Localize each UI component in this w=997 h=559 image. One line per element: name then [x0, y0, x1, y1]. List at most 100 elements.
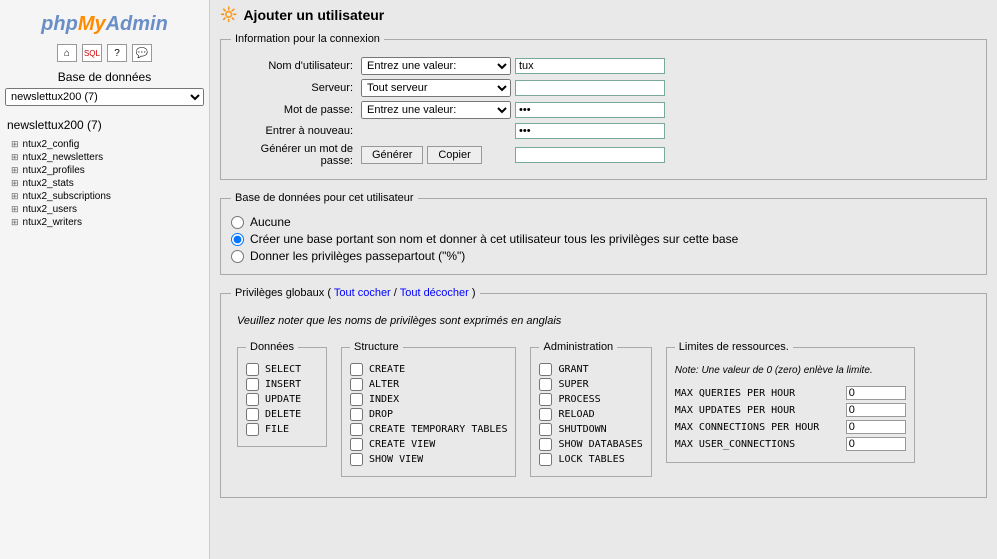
priv-legend-text: Privilèges globaux	[235, 287, 324, 299]
priv-label: SHOW VIEW	[369, 454, 423, 465]
max-updates-input[interactable]	[846, 403, 906, 417]
table-list: ntux2_config ntux2_newsletters ntux2_pro…	[5, 138, 204, 229]
max-connections-input[interactable]	[846, 420, 906, 434]
sidebar: phpMyAdmin ⌂ SQL ? 💬 Base de données new…	[0, 0, 210, 559]
priv-delete-checkbox[interactable]	[246, 408, 259, 421]
max-user-connections-input[interactable]	[846, 437, 906, 451]
logo-admin: Admin	[106, 13, 168, 35]
priv-alter-checkbox[interactable]	[350, 378, 363, 391]
database-select[interactable]: newslettux200 (7)	[5, 88, 204, 106]
password-type-select[interactable]: Entrez une valeur:	[361, 101, 511, 119]
table-item[interactable]: ntux2_subscriptions	[11, 190, 204, 203]
username-type-select[interactable]: Entrez une valeur:	[361, 57, 511, 75]
priv-label: RELOAD	[558, 409, 594, 420]
check-all-link[interactable]: Tout cocher	[334, 287, 391, 299]
query-icon[interactable]: 💬	[132, 44, 152, 62]
priv-label: SELECT	[265, 364, 301, 375]
username-input[interactable]	[515, 58, 665, 74]
privileges-legend: Privilèges globaux ( Tout cocher / Tout …	[231, 287, 480, 299]
priv-label: ALTER	[369, 379, 399, 390]
generated-password-input[interactable]	[515, 147, 665, 163]
host-type-select[interactable]: Tout serveur	[361, 79, 511, 97]
priv-label: CREATE VIEW	[369, 439, 435, 450]
user-database-fieldset: Base de données pour cet utilisateur Auc…	[220, 192, 987, 275]
priv-label: PROCESS	[558, 394, 600, 405]
global-privileges-fieldset: Privilèges globaux ( Tout cocher / Tout …	[220, 287, 987, 498]
priv-label: LOCK TABLES	[558, 454, 624, 465]
userdb-none-radio[interactable]	[231, 216, 244, 229]
priv-shutdown-checkbox[interactable]	[539, 423, 552, 436]
table-item[interactable]: ntux2_profiles	[11, 164, 204, 177]
priv-data-legend: Données	[246, 341, 298, 353]
table-item[interactable]: ntux2_newsletters	[11, 151, 204, 164]
database-name: newslettux200 (7)	[7, 118, 204, 132]
priv-label: INDEX	[369, 394, 399, 405]
limit-label: MAX QUERIES PER HOUR	[675, 388, 840, 399]
priv-create-view-checkbox[interactable]	[350, 438, 363, 451]
priv-create-temp-checkbox[interactable]	[350, 423, 363, 436]
priv-update-checkbox[interactable]	[246, 393, 259, 406]
page-title-text: Ajouter un utilisateur	[243, 7, 384, 23]
priv-show-view-checkbox[interactable]	[350, 453, 363, 466]
home-icon[interactable]: ⌂	[57, 44, 77, 62]
host-input[interactable]	[515, 80, 665, 96]
userdb-wildcard-radio[interactable]	[231, 250, 244, 263]
priv-label: UPDATE	[265, 394, 301, 405]
generate-button[interactable]: Générer	[361, 146, 423, 164]
table-item[interactable]: ntux2_stats	[11, 177, 204, 190]
copy-button[interactable]: Copier	[427, 146, 481, 164]
uncheck-all-link[interactable]: Tout décocher	[400, 287, 469, 299]
priv-create-checkbox[interactable]	[350, 363, 363, 376]
priv-drop-checkbox[interactable]	[350, 408, 363, 421]
priv-super-checkbox[interactable]	[539, 378, 552, 391]
userdb-create-label: Créer une base portant son nom et donner…	[250, 232, 738, 246]
priv-label: CREATE TEMPORARY TABLES	[369, 424, 507, 435]
priv-lock-checkbox[interactable]	[539, 453, 552, 466]
resource-limits-fieldset: Limites de ressources. Note: Une valeur …	[666, 341, 915, 463]
priv-label: SUPER	[558, 379, 588, 390]
userdb-wildcard-label: Donner les privilèges passepartout ("%")	[250, 249, 465, 263]
nav-icons: ⌂ SQL ? 💬	[5, 44, 204, 62]
retype-label: Entrer à nouveau:	[231, 125, 361, 137]
priv-label: SHOW DATABASES	[558, 439, 642, 450]
priv-grant-checkbox[interactable]	[539, 363, 552, 376]
logo: phpMyAdmin	[5, 13, 204, 36]
connection-legend: Information pour la connexion	[231, 33, 384, 45]
priv-data-fieldset: Données SELECT INSERT UPDATE DELETE FILE	[237, 341, 327, 447]
priv-index-checkbox[interactable]	[350, 393, 363, 406]
priv-file-checkbox[interactable]	[246, 423, 259, 436]
max-queries-input[interactable]	[846, 386, 906, 400]
priv-insert-checkbox[interactable]	[246, 378, 259, 391]
generate-label: Générer un mot de passe:	[231, 143, 361, 167]
priv-structure-fieldset: Structure CREATE ALTER INDEX DROP CREATE…	[341, 341, 516, 477]
sql-icon[interactable]: SQL	[82, 44, 102, 62]
limit-label: MAX CONNECTIONS PER HOUR	[675, 422, 840, 433]
limits-legend: Limites de ressources.	[675, 341, 793, 353]
priv-admin-legend: Administration	[539, 341, 617, 353]
page-title: 🔆 Ajouter un utilisateur	[220, 6, 987, 23]
priv-label: SHUTDOWN	[558, 424, 606, 435]
priv-reload-checkbox[interactable]	[539, 408, 552, 421]
add-user-icon: 🔆	[220, 6, 237, 23]
priv-select-checkbox[interactable]	[246, 363, 259, 376]
priv-admin-fieldset: Administration GRANT SUPER PROCESS RELOA…	[530, 341, 651, 477]
priv-label: GRANT	[558, 364, 588, 375]
docs-icon[interactable]: ?	[107, 44, 127, 62]
priv-structure-legend: Structure	[350, 341, 403, 353]
username-label: Nom d'utilisateur:	[231, 60, 361, 72]
table-item[interactable]: ntux2_users	[11, 203, 204, 216]
priv-process-checkbox[interactable]	[539, 393, 552, 406]
password-input[interactable]	[515, 102, 665, 118]
password-label: Mot de passe:	[231, 104, 361, 116]
table-item[interactable]: ntux2_writers	[11, 216, 204, 229]
table-item[interactable]: ntux2_config	[11, 138, 204, 151]
userdb-create-radio[interactable]	[231, 233, 244, 246]
connection-info-fieldset: Information pour la connexion Nom d'util…	[220, 33, 987, 180]
priv-note: Veuillez noter que les noms de privilège…	[237, 315, 976, 327]
priv-show-db-checkbox[interactable]	[539, 438, 552, 451]
database-label: Base de données	[5, 70, 204, 84]
limit-label: MAX UPDATES PER HOUR	[675, 405, 840, 416]
limits-note: Note: Une valeur de 0 (zero) enlève la l…	[675, 365, 906, 376]
retype-input[interactable]	[515, 123, 665, 139]
priv-label: CREATE	[369, 364, 405, 375]
